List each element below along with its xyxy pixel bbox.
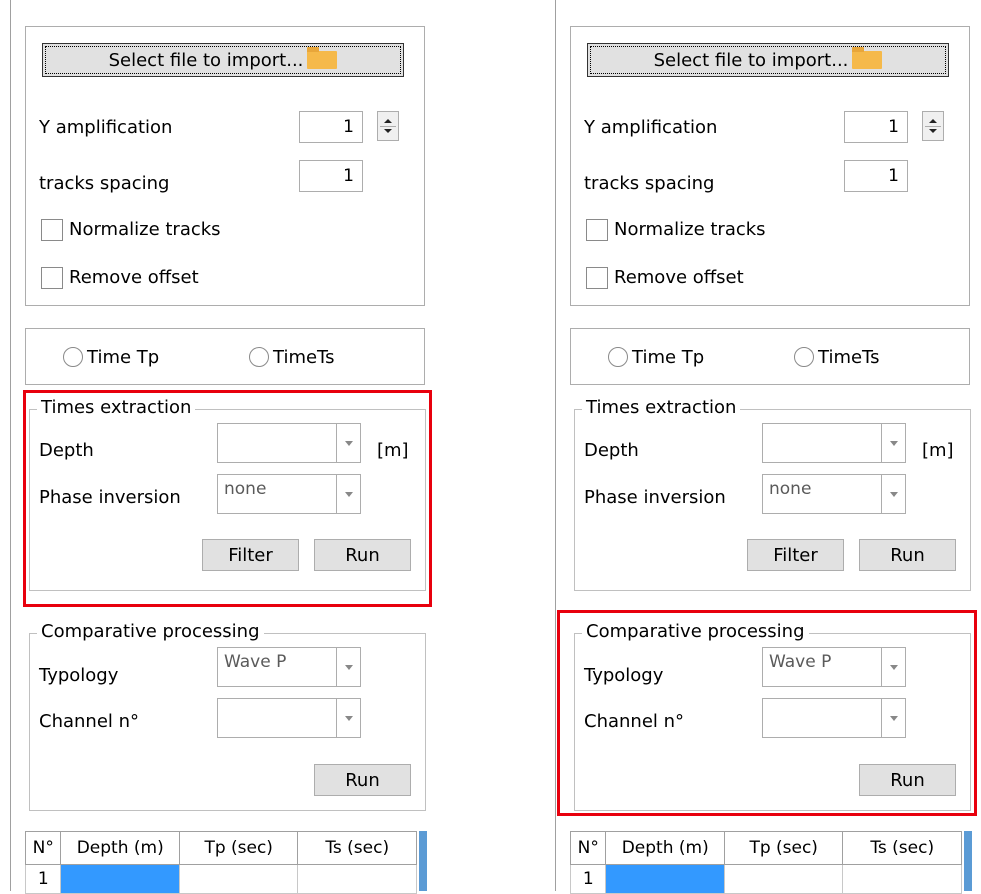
chevron-down-icon[interactable] (336, 648, 360, 686)
folder-icon (307, 47, 338, 69)
results-table: N° Depth (m) Tp (sec) Ts (sec) 1 (24, 831, 417, 894)
typology-dropdown[interactable]: Wave P (217, 647, 361, 687)
column-header[interactable]: Tp (sec) (178, 831, 299, 865)
time-mode-box (570, 328, 970, 385)
select-file-button[interactable]: Select file to import... (587, 43, 949, 77)
channel-label: Channel n° (39, 711, 140, 732)
row-number-cell[interactable]: 1 (569, 864, 607, 894)
highlight-box (23, 390, 432, 607)
table-cell[interactable] (178, 864, 299, 894)
y-amplification-stepper[interactable] (377, 111, 399, 141)
comparative-processing-title: Comparative processing (37, 621, 264, 642)
typology-label: Typology (39, 665, 119, 686)
y-amplification-label: Y amplification (39, 117, 173, 138)
y-amplification-input[interactable]: 1 (299, 111, 363, 143)
right-panel: Select file to import... Y amplification… (555, 0, 981, 894)
time-tp-label: Time Tp (87, 347, 160, 368)
time-tp-label: Time Tp (632, 347, 705, 368)
table-row[interactable]: 1 (24, 864, 417, 894)
column-header[interactable]: Tp (sec) (723, 831, 844, 865)
column-header[interactable]: N° (24, 831, 62, 865)
time-mode-box (25, 328, 425, 385)
remove-offset-label: Remove offset (614, 267, 744, 288)
table-row[interactable]: 1 (569, 864, 962, 894)
select-file-button[interactable]: Select file to import... (42, 43, 404, 77)
stepper-up-icon[interactable] (384, 119, 392, 123)
normalize-tracks-checkbox[interactable] (586, 219, 608, 241)
selected-cell[interactable] (60, 864, 180, 894)
normalize-tracks-label: Normalize tracks (69, 219, 221, 240)
time-tp-radio[interactable] (63, 347, 83, 367)
table-header-row: N° Depth (m) Tp (sec) Ts (sec) (569, 831, 962, 865)
time-ts-label: TimeTs (818, 347, 880, 368)
time-ts-radio[interactable] (794, 347, 814, 367)
vertical-scrollbar[interactable] (419, 831, 427, 891)
stepper-down-icon[interactable] (929, 129, 937, 133)
tracks-spacing-input[interactable]: 1 (299, 160, 363, 192)
y-amplification-input[interactable]: 1 (844, 111, 908, 143)
column-header[interactable]: Depth (m) (605, 831, 725, 865)
table-header-row: N° Depth (m) Tp (sec) Ts (sec) (24, 831, 417, 865)
tracks-spacing-input[interactable]: 1 (844, 160, 908, 192)
times-extraction-title: Times extraction (582, 397, 741, 418)
selected-cell[interactable] (605, 864, 725, 894)
stepper-down-icon[interactable] (384, 129, 392, 133)
vertical-scrollbar[interactable] (964, 831, 972, 891)
time-ts-radio[interactable] (249, 347, 269, 367)
table-cell[interactable] (297, 864, 417, 894)
remove-offset-checkbox[interactable] (586, 267, 608, 289)
tracks-spacing-label: tracks spacing (584, 173, 715, 194)
times-run-button[interactable]: Run (859, 539, 956, 571)
depth-dropdown[interactable] (762, 423, 906, 463)
column-header[interactable]: Depth (m) (60, 831, 180, 865)
chevron-down-icon[interactable] (336, 699, 360, 737)
column-header[interactable]: N° (569, 831, 607, 865)
column-header[interactable]: Ts (sec) (297, 831, 417, 865)
remove-offset-label: Remove offset (69, 267, 199, 288)
tracks-spacing-label: tracks spacing (39, 173, 170, 194)
depth-unit-label: [m] (922, 440, 954, 461)
results-table: N° Depth (m) Tp (sec) Ts (sec) 1 (569, 831, 962, 894)
channel-dropdown[interactable] (217, 698, 361, 738)
y-amplification-stepper[interactable] (922, 111, 944, 141)
select-file-label: Select file to import... (108, 49, 304, 71)
select-file-label: Select file to import... (653, 49, 849, 71)
stepper-up-icon[interactable] (929, 119, 937, 123)
table-cell[interactable] (723, 864, 844, 894)
chevron-down-icon[interactable] (881, 424, 905, 462)
remove-offset-checkbox[interactable] (41, 267, 63, 289)
chevron-down-icon[interactable] (881, 475, 905, 513)
filter-button[interactable]: Filter (747, 539, 844, 571)
row-number-cell[interactable]: 1 (24, 864, 62, 894)
phase-inversion-dropdown[interactable]: none (762, 474, 906, 514)
left-panel: Select file to import... Y amplification… (10, 0, 441, 894)
depth-label: Depth (584, 440, 639, 461)
time-tp-radio[interactable] (608, 347, 628, 367)
comparative-run-button[interactable]: Run (314, 764, 411, 796)
folder-icon (852, 47, 883, 69)
highlight-box (557, 610, 977, 816)
normalize-tracks-label: Normalize tracks (614, 219, 766, 240)
phase-inversion-label: Phase inversion (584, 487, 726, 508)
normalize-tracks-checkbox[interactable] (41, 219, 63, 241)
time-ts-label: TimeTs (273, 347, 335, 368)
table-cell[interactable] (842, 864, 962, 894)
y-amplification-label: Y amplification (584, 117, 718, 138)
column-header[interactable]: Ts (sec) (842, 831, 962, 865)
